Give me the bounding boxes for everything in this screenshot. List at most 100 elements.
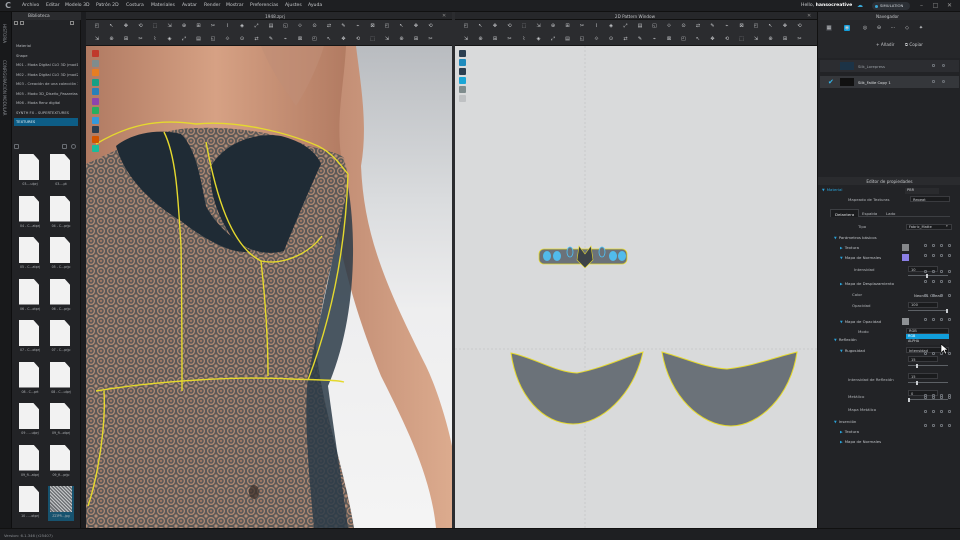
3d-tool-icon[interactable]: ◈ (167, 36, 173, 42)
3d-side-tool-icon[interactable] (92, 69, 99, 76)
3d-side-tool-icon[interactable] (92, 59, 99, 67)
3d-tool-icon[interactable]: ⤢ (181, 36, 187, 42)
2d-tool-icon[interactable]: ✂ (507, 36, 513, 42)
3d-tool-icon[interactable]: ⤢ (254, 23, 260, 29)
library-thumbnail[interactable]: 10 - ...otprj (17, 486, 43, 521)
2d-tool-icon[interactable]: ⇲ (463, 36, 469, 42)
property-action-icon[interactable] (932, 318, 935, 321)
3d-side-tool-icon[interactable] (92, 116, 99, 124)
2d-tool-icon[interactable]: ◰ (681, 36, 687, 42)
tab-historia[interactable]: HISTORIA (2, 24, 7, 43)
2d-tool-icon[interactable]: ⟲ (724, 36, 730, 42)
2d-tool-icon[interactable]: ⊙ (681, 23, 687, 29)
property-action-icon[interactable] (948, 410, 951, 413)
normal-map-swatch[interactable] (902, 254, 909, 261)
3d-tool-icon[interactable]: ↖ (326, 36, 332, 42)
property-action-icon[interactable] (924, 244, 927, 247)
tab-delantera[interactable]: Delantera (830, 209, 860, 217)
menu-mostrar[interactable]: Mostrar (226, 3, 244, 8)
simulation-toggle[interactable]: SIMULATION (872, 2, 910, 10)
2d-tool-icon[interactable]: ✥ (782, 23, 788, 29)
property-action-icon[interactable] (940, 270, 943, 273)
section-material[interactable]: ▼ Material (822, 187, 843, 195)
2d-tool-icon[interactable]: ⟐ (666, 23, 672, 29)
2d-tool-icon[interactable]: ⇄ (695, 23, 701, 29)
2d-tool-icon[interactable]: ◰ (753, 23, 759, 29)
3d-tool-icon[interactable]: ⟲ (428, 23, 434, 29)
opacidad-field[interactable]: 100 (908, 301, 938, 308)
3d-tool-icon[interactable]: ⊞ (413, 36, 419, 42)
3d-tool-icon[interactable]: ⇲ (167, 23, 173, 29)
section-normal-map[interactable]: ▼ Mapa de Normales (840, 255, 881, 263)
3d-tool-icon[interactable]: ▤ (196, 36, 202, 42)
property-action-icon[interactable] (940, 294, 943, 297)
property-action-icon[interactable] (948, 294, 951, 297)
material-type-field[interactable]: PBR (905, 187, 939, 194)
section-opacity-map[interactable]: ▼ Mapa de Opacidad (840, 319, 881, 327)
property-action-icon[interactable] (924, 294, 927, 297)
section-textura[interactable]: ▶ Textura (840, 245, 859, 253)
2d-tool-icon[interactable]: ✎ (637, 36, 643, 42)
2d-tool-icon[interactable]: ⊞ (565, 23, 571, 29)
color-value-text[interactable]: Neon01 Ocean (914, 293, 942, 298)
3d-tool-icon[interactable]: ◰ (312, 36, 318, 42)
material-options-icon[interactable] (932, 64, 935, 67)
2d-tool-icon[interactable]: ⌇ (521, 36, 527, 42)
opacity-map-swatch[interactable] (902, 318, 909, 325)
3d-tool-icon[interactable]: ⇄ (326, 23, 332, 29)
3d-tool-icon[interactable]: ⊞ (196, 23, 202, 29)
property-action-icon[interactable] (932, 424, 935, 427)
2d-tool-icon[interactable]: ✥ (710, 36, 716, 42)
property-action-icon[interactable] (948, 424, 951, 427)
menu-materiales[interactable]: Materiales (151, 3, 175, 8)
2d-tool-icon[interactable]: ⊠ (739, 23, 745, 29)
library-tree-item[interactable]: TEXTURES (14, 118, 78, 126)
2d-tool-icon[interactable]: ⌁ (652, 36, 658, 42)
section-rugosidad[interactable]: ▼ Rugosidad (840, 348, 865, 356)
grid-view-icon[interactable] (14, 21, 18, 25)
property-action-icon[interactable] (940, 410, 943, 413)
library-tree-item[interactable]: M01 - Moda Digital CLO 3D (mod1) (14, 61, 78, 69)
3d-tool-icon[interactable]: ⬚ (152, 23, 158, 29)
add-material-button[interactable]: + Añadir (876, 42, 894, 47)
2d-pattern-viewport[interactable] (455, 46, 817, 528)
2d-tool-icon[interactable]: ⊕ (550, 23, 556, 29)
library-thumbnail[interactable]: 03-...pt (48, 154, 74, 189)
property-action-icon[interactable] (940, 280, 943, 283)
3d-panel-close-icon[interactable]: ✕ (442, 13, 448, 19)
buttonhole-tab-icon[interactable]: ⊖ (876, 25, 882, 31)
tab-configuracion-modular[interactable]: CONFIGURACIÓN MODULAR (2, 60, 7, 116)
3d-tool-icon[interactable]: ⇲ (94, 36, 100, 42)
library-thumbnail[interactable]: 04 - C...prjp (48, 195, 74, 231)
2d-tool-icon[interactable]: ⟲ (507, 23, 513, 29)
library-thumbnail[interactable]: 09 - ...ulprj (17, 403, 43, 438)
property-action-icon[interactable] (940, 254, 943, 257)
2d-tool-icon[interactable]: ⇲ (536, 23, 542, 29)
avatar-garment-render[interactable] (86, 46, 452, 528)
3d-side-tool-icon[interactable] (92, 107, 99, 114)
intensidad-slider[interactable] (908, 273, 948, 278)
2d-tool-icon[interactable]: ⌇ (594, 23, 600, 29)
property-action-icon[interactable] (948, 270, 951, 273)
small-pattern-pieces[interactable] (538, 245, 628, 269)
2d-side-tool-icon[interactable] (459, 86, 466, 93)
2d-tool-icon[interactable]: ⬚ (521, 23, 527, 29)
2d-tool-icon[interactable]: ⊞ (492, 36, 498, 42)
library-tree-item[interactable]: M06 - Moda Renz digital (14, 99, 78, 107)
property-action-icon[interactable] (924, 424, 927, 427)
3d-tool-icon[interactable]: ⟲ (355, 36, 361, 42)
pattern-piece-right-cup[interactable] (661, 351, 798, 427)
3d-tool-icon[interactable]: ⇲ (384, 36, 390, 42)
trim-tab-icon[interactable]: ✦ (918, 25, 924, 31)
3d-side-tool-icon[interactable] (92, 78, 99, 86)
intensidad-slider-knob[interactable] (926, 273, 928, 278)
2d-tool-icon[interactable]: ⬚ (739, 36, 745, 42)
2d-tool-icon[interactable]: ⟲ (797, 23, 803, 29)
3d-tool-icon[interactable]: ◰ (94, 23, 100, 29)
2d-tool-icon[interactable]: ⌁ (724, 23, 730, 29)
3d-tool-icon[interactable]: ⌇ (225, 23, 231, 29)
3d-tool-icon[interactable]: ⊙ (312, 23, 318, 29)
property-action-icon[interactable] (948, 254, 951, 257)
property-action-icon[interactable] (932, 280, 935, 283)
graphic-tab-icon[interactable]: ◇ (904, 25, 910, 31)
